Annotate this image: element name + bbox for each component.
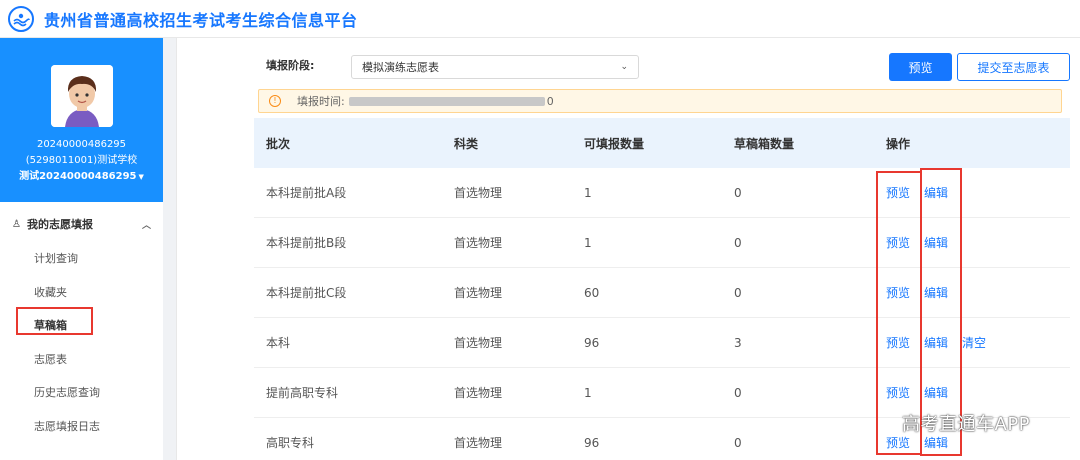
row-edit-link[interactable]: 编辑 — [924, 434, 948, 451]
row-edit-link[interactable]: 编辑 — [924, 384, 948, 401]
cell-category: 首选物理 — [454, 336, 503, 350]
cell-quota: 1 — [584, 385, 592, 400]
preview-button[interactable]: 预览 — [889, 53, 952, 81]
menu-group-volunteer[interactable]: ♙ 我的志愿填报 ︿ — [0, 206, 163, 242]
cell-batch: 本科提前批C段 — [266, 286, 347, 300]
cell-batch: 本科提前批B段 — [266, 236, 347, 250]
notice-tail: 0 — [546, 94, 554, 108]
header-actions: 操作 — [886, 136, 911, 151]
cell-quota: 1 — [584, 235, 592, 250]
header-quota: 可填报数量 — [584, 136, 645, 151]
cell-draft-count: 3 — [734, 335, 742, 350]
watermark-text: 高考直通车APP — [902, 414, 1031, 435]
cell-draft-count: 0 — [734, 435, 742, 450]
divider — [176, 38, 177, 460]
profile-id: 20240000486295 — [36, 139, 127, 150]
sidebar: 20240000486295 (5298011001)测试学校 测试202400… — [0, 38, 163, 460]
header-draft-count: 草稿箱数量 — [734, 136, 795, 151]
profile-name: 测试20240000486295 — [19, 171, 137, 182]
row-preview-link[interactable]: 预览 — [886, 234, 910, 251]
caret-down-icon: ▼ — [138, 173, 144, 181]
chevron-up-icon: ︿ — [141, 220, 151, 231]
row-edit-link[interactable]: 编辑 — [924, 334, 948, 351]
chevron-down-icon: ⌄ — [620, 62, 628, 72]
menu-group-label: 我的志愿填报 — [26, 218, 93, 231]
row-edit-link[interactable]: 编辑 — [924, 234, 948, 251]
cell-quota: 60 — [584, 285, 600, 300]
cell-category: 首选物理 — [454, 186, 503, 200]
stage-label: 填报阶段: — [266, 59, 315, 72]
stage-select-value: 模拟演练志愿表 — [362, 61, 439, 74]
profile-card: 20240000486295 (5298011001)测试学校 测试202400… — [0, 38, 163, 202]
row-edit-link[interactable]: 编辑 — [924, 184, 948, 201]
cell-category: 首选物理 — [454, 436, 503, 450]
row-preview-link[interactable]: 预览 — [886, 184, 910, 201]
platform-logo-icon — [8, 5, 34, 32]
app-title: 贵州省普通高校招生考试考生综合信息平台 — [44, 10, 358, 30]
cell-draft-count: 0 — [734, 235, 742, 250]
cell-draft-count: 0 — [734, 285, 742, 300]
cell-actions: 预览 编辑 — [886, 284, 1070, 301]
table-header: 批次 科类 可填报数量 草稿箱数量 操作 — [254, 118, 1070, 168]
cell-quota: 96 — [584, 435, 600, 450]
sidebar-item-drafts[interactable]: 草稿箱 — [0, 309, 163, 343]
profile-school: (5298011001)测试学校 — [25, 155, 138, 166]
cell-actions: 预览 编辑 — [886, 234, 1070, 251]
table-row: 本科 首选物理 96 3 预览 编辑 清空 — [254, 318, 1070, 368]
cell-actions: 预览 编辑 — [886, 384, 1070, 401]
stage-select[interactable]: 模拟演练志愿表 ⌄ — [351, 55, 639, 79]
row-preview-link[interactable]: 预览 — [886, 284, 910, 301]
profile-name-dropdown[interactable]: 测试20240000486295 ▼ — [19, 169, 144, 185]
sidebar-item-fill-log[interactable]: 志愿填报日志 — [0, 410, 163, 444]
sidebar-item-history-query[interactable]: 历史志愿查询 — [0, 376, 163, 410]
avatar — [50, 65, 113, 127]
cell-batch: 提前高职专科 — [266, 386, 339, 400]
header-batch: 批次 — [266, 136, 291, 151]
cell-actions: 预览 编辑 — [886, 434, 1070, 451]
cell-batch: 高职专科 — [266, 436, 315, 450]
row-preview-link[interactable]: 预览 — [886, 384, 910, 401]
redacted-text — [348, 96, 545, 106]
table-row: 本科提前批C段 首选物理 60 0 预览 编辑 — [254, 268, 1070, 318]
cell-batch: 本科提前批A段 — [266, 186, 347, 200]
cell-quota: 96 — [584, 335, 600, 350]
draft-table: 批次 科类 可填报数量 草稿箱数量 操作 本科提前批A段 首选物理 1 0 预览… — [254, 118, 1070, 460]
submit-to-volunteer-button[interactable]: 提交至志愿表 — [957, 53, 1070, 81]
row-edit-link[interactable]: 编辑 — [924, 284, 948, 301]
row-clear-link[interactable]: 清空 — [962, 334, 986, 351]
row-preview-link[interactable]: 预览 — [886, 434, 910, 451]
cell-batch: 本科 — [266, 336, 291, 350]
row-preview-link[interactable]: 预览 — [886, 334, 910, 351]
table-row: 本科提前批A段 首选物理 1 0 预览 编辑 — [254, 168, 1070, 218]
cell-quota: 1 — [584, 185, 592, 200]
flask-icon: ♙ — [12, 218, 21, 230]
cell-actions: 预览 编辑 清空 — [886, 334, 1070, 351]
cell-category: 首选物理 — [454, 286, 503, 300]
sidebar-item-volunteer-table[interactable]: 志愿表 — [0, 343, 163, 377]
cell-actions: 预览 编辑 — [886, 184, 1070, 201]
top-header: 贵州省普通高校招生考试考生综合信息平台 — [0, 0, 1080, 38]
sidebar-item-favorites[interactable]: 收藏夹 — [0, 276, 163, 310]
cell-draft-count: 0 — [734, 185, 742, 200]
cell-draft-count: 0 — [734, 385, 742, 400]
cell-category: 首选物理 — [454, 236, 503, 250]
cell-category: 首选物理 — [454, 386, 503, 400]
info-icon: ! — [269, 95, 281, 107]
header-category: 科类 — [454, 136, 479, 151]
table-row: 本科提前批B段 首选物理 1 0 预览 编辑 — [254, 218, 1070, 268]
sidebar-item-plan-query[interactable]: 计划查询 — [0, 242, 163, 276]
fill-time-notice: ! 填报时间: 0 — [258, 89, 1062, 113]
notice-label: 填报时间: — [297, 95, 345, 108]
